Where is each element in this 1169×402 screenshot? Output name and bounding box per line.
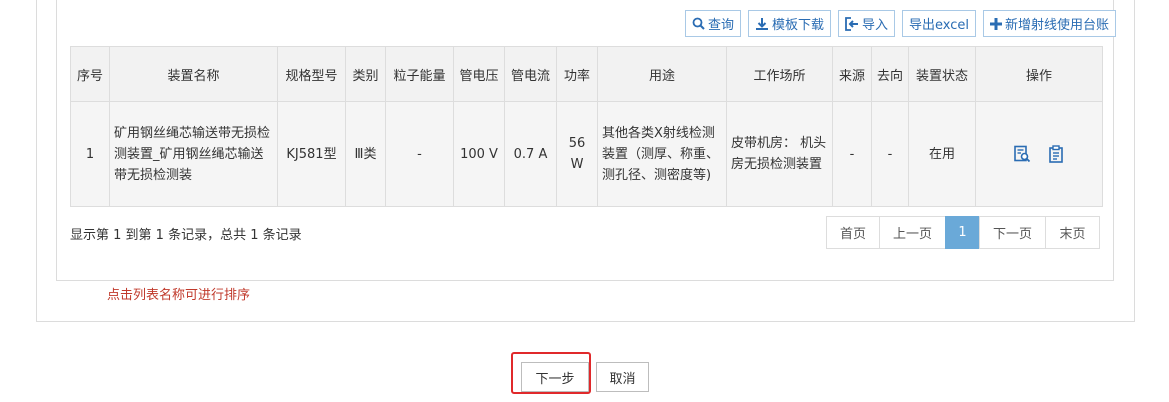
column-header-location[interactable]: 工作场所 [726, 46, 833, 102]
records-summary: 显示第 1 到第 1 条记录，总共 1 条记录 [70, 228, 302, 243]
import-button[interactable]: 导入 [837, 10, 895, 37]
column-header-usage[interactable]: 用途 [597, 46, 727, 102]
template-download-button[interactable]: 模板下载 [747, 10, 831, 37]
cell-power: 56 W [556, 101, 598, 207]
pager-first[interactable]: 首页 [826, 216, 880, 249]
cell-voltage: 100 V [453, 101, 505, 207]
column-header-category[interactable]: 类别 [345, 46, 386, 102]
pagination: 首页 上一页 1 下一页 末页 [826, 216, 1100, 249]
cell-actions [975, 101, 1103, 207]
pager-prev[interactable]: 上一页 [879, 216, 946, 249]
add-button-label: 新增射线使用台账 [1004, 18, 1109, 33]
column-header-particle-energy[interactable]: 粒子能量 [385, 46, 454, 102]
export-excel-button[interactable]: 导出excel [901, 10, 976, 37]
view-details-icon[interactable] [1013, 145, 1031, 163]
column-header-power[interactable]: 功率 [556, 46, 598, 102]
cell-current: 0.7 A [504, 101, 557, 207]
column-header-current[interactable]: 管电流 [504, 46, 557, 102]
column-header-actions: 操作 [975, 46, 1103, 102]
highlight-box [511, 352, 591, 394]
import-button-label: 导入 [861, 18, 888, 33]
pager-last[interactable]: 末页 [1045, 216, 1100, 249]
toolbar: 查询 模板下载 导入 导出excel 新增射线使用台账 [684, 10, 1116, 37]
import-icon [845, 16, 858, 31]
cell-source: - [832, 101, 872, 207]
cell-name: 矿用钢丝绳芯输送带无损检测装置_矿用钢丝绳芯输送带无损检测装 [109, 101, 278, 207]
table-row: 1 矿用钢丝绳芯输送带无损检测装置_矿用钢丝绳芯输送带无损检测装 KJ581型 … [70, 101, 1103, 207]
cell-model: KJ581型 [277, 101, 346, 207]
column-header-destination[interactable]: 去向 [871, 46, 909, 102]
pager-page-current[interactable]: 1 [945, 216, 980, 249]
plus-icon [989, 17, 1002, 30]
download-icon [755, 17, 768, 30]
sort-hint: 点击列表名称可进行排序 [107, 288, 251, 303]
column-header-index[interactable]: 序号 [70, 46, 110, 102]
column-header-name[interactable]: 装置名称 [109, 46, 278, 102]
template-download-label: 模板下载 [771, 18, 824, 33]
cell-particle-energy: - [385, 101, 454, 207]
column-header-voltage[interactable]: 管电压 [453, 46, 505, 102]
add-ledger-button[interactable]: 新增射线使用台账 [982, 10, 1116, 37]
column-header-model[interactable]: 规格型号 [277, 46, 346, 102]
column-header-source[interactable]: 来源 [832, 46, 872, 102]
table-header-row: 序号 装置名称 规格型号 类别 粒子能量 管电压 管电流 功率 用途 工作场所 … [70, 46, 1103, 102]
search-icon [692, 17, 705, 30]
clipboard-icon[interactable] [1047, 145, 1065, 163]
pager-next[interactable]: 下一页 [979, 216, 1046, 249]
cell-destination: - [871, 101, 909, 207]
query-button[interactable]: 查询 [684, 10, 741, 37]
cell-index: 1 [70, 101, 110, 207]
cell-location: 皮带机房： 机头房无损检测装置 [726, 101, 833, 207]
device-table: 序号 装置名称 规格型号 类别 粒子能量 管电压 管电流 功率 用途 工作场所 … [70, 46, 1103, 207]
export-button-label: 导出excel [908, 18, 969, 33]
cancel-button[interactable]: 取消 [596, 362, 649, 392]
cell-usage: 其他各类X射线检测装置（测厚、称重、测孔径、测密度等) [597, 101, 727, 207]
cell-category: Ⅲ类 [345, 101, 386, 207]
cell-status: 在用 [908, 101, 976, 207]
query-button-label: 查询 [707, 18, 734, 33]
column-header-status[interactable]: 装置状态 [908, 46, 976, 102]
